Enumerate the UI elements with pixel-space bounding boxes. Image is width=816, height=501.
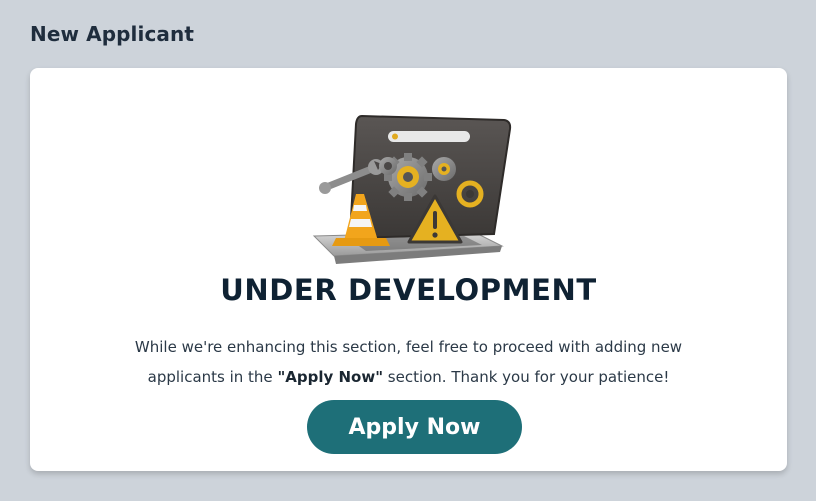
page-title: New Applicant xyxy=(30,22,195,46)
under-development-message: While we're enhancing this section, feel… xyxy=(110,332,707,392)
under-development-heading: UNDER DEVELOPMENT xyxy=(220,273,597,307)
under-development-card: UNDER DEVELOPMENT While we're enhancing … xyxy=(30,68,787,471)
message-apply-now-highlight: "Apply Now" xyxy=(277,368,384,386)
apply-now-button[interactable]: Apply Now xyxy=(307,400,522,454)
message-text-after: section. Thank you for your patience! xyxy=(383,368,670,386)
laptop-under-construction-icon xyxy=(312,114,512,264)
